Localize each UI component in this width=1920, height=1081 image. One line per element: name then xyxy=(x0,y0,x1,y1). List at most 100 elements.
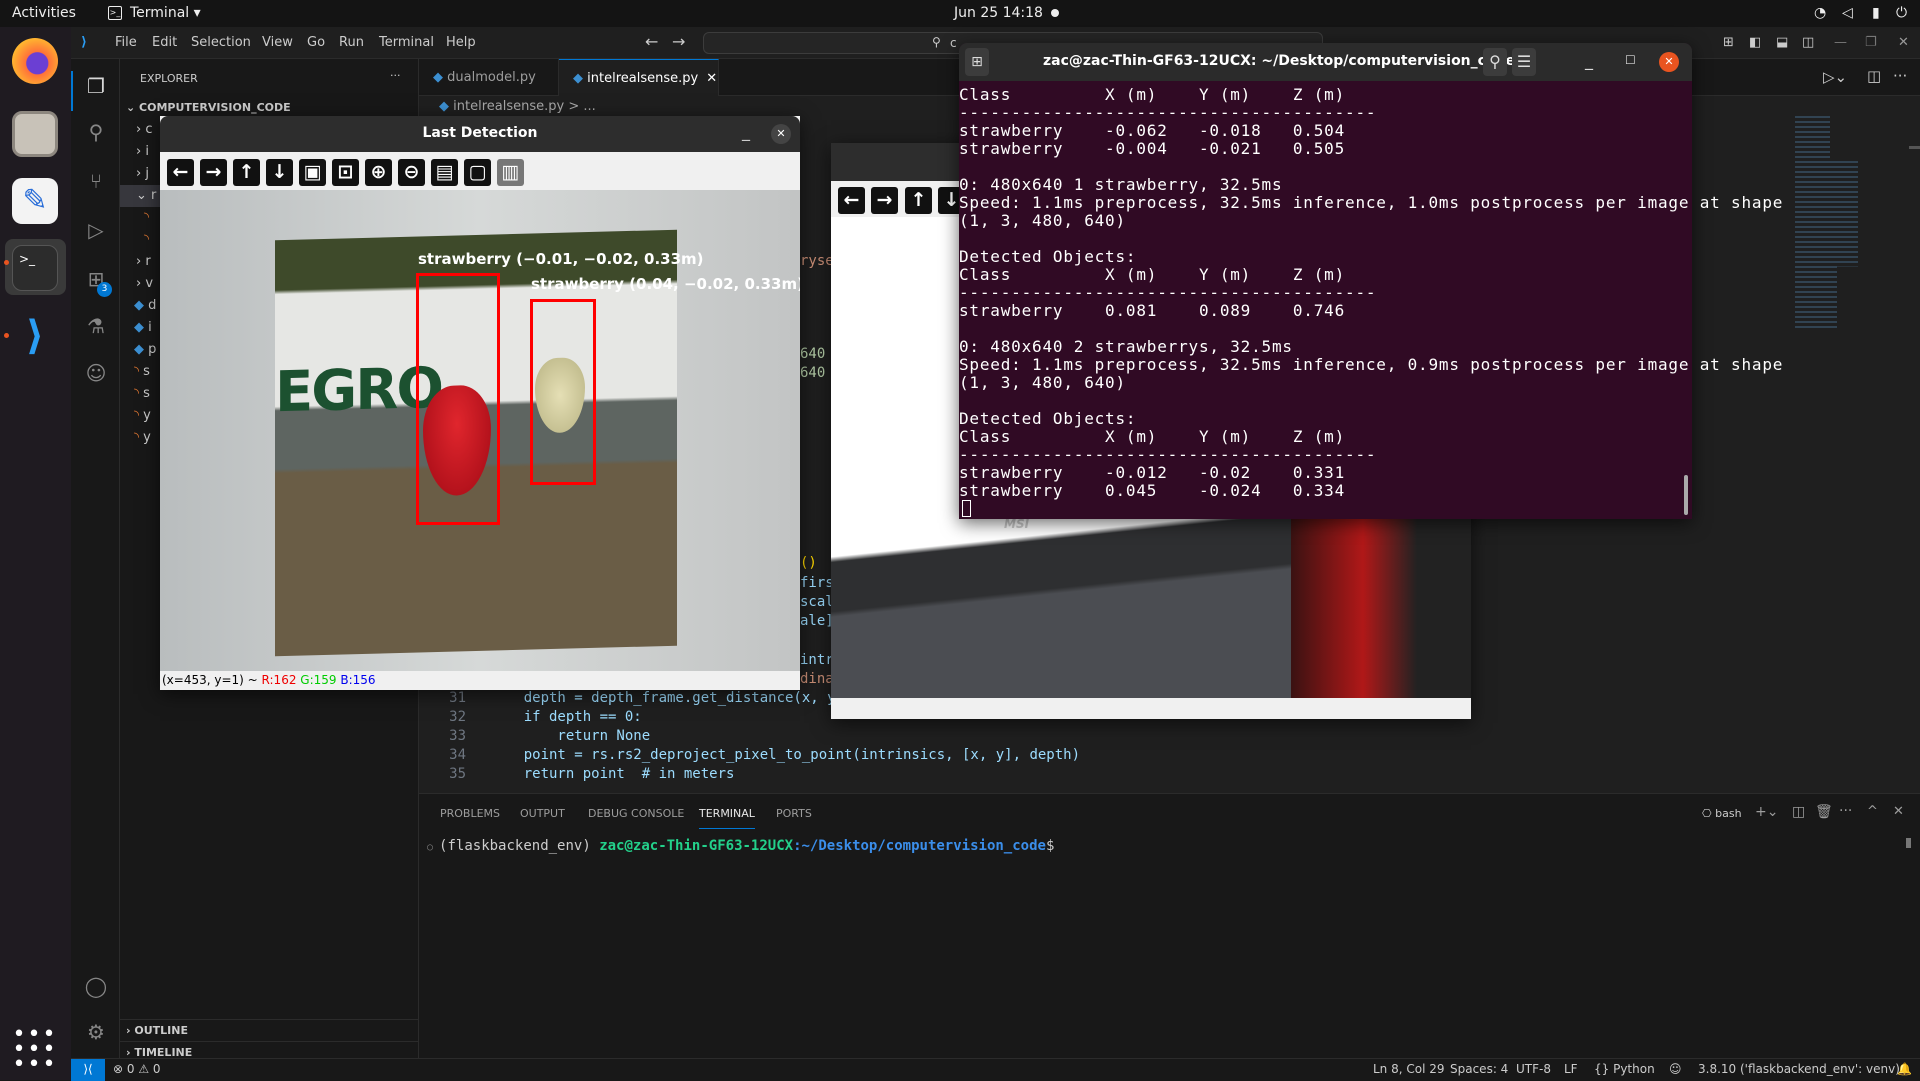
menu-terminal[interactable]: Terminal xyxy=(379,35,434,50)
menu-help[interactable]: Help xyxy=(446,35,476,50)
terminal-window[interactable]: ⊞ zac@zac-Thin-GF63-12UCX: ~/Desktop/com… xyxy=(959,43,1782,519)
minimize-icon[interactable]: _ xyxy=(1585,51,1593,70)
split-editor-icon[interactable]: ◫ xyxy=(1867,67,1881,85)
tab-ports[interactable]: PORTS xyxy=(776,807,812,820)
menu-run[interactable]: Run xyxy=(339,35,364,50)
minimize-icon[interactable]: — xyxy=(1834,35,1847,50)
firefox-icon[interactable] xyxy=(12,38,58,84)
split-terminal-icon[interactable]: ◫ xyxy=(1792,804,1805,820)
terminal-titlebar[interactable]: ⊞ zac@zac-Thin-GF63-12UCX: ~/Desktop/com… xyxy=(959,43,1692,81)
explorer-more-button[interactable]: ··· xyxy=(390,69,401,82)
zoom-out-icon[interactable]: ⊖ xyxy=(398,159,425,186)
terminal-scrollbar[interactable] xyxy=(1684,475,1688,515)
menu-view[interactable]: View xyxy=(262,35,293,50)
copilot-icon[interactable]: ☺ xyxy=(83,360,109,386)
battery-icon[interactable]: ▮ xyxy=(1872,5,1880,21)
save-icon[interactable]: ▤ xyxy=(431,159,458,186)
remote-indicator-icon[interactable]: ⟩⟨ xyxy=(71,1059,105,1081)
python-interpreter[interactable]: 3.8.10 ('flaskbackend_env': venv) xyxy=(1698,1062,1900,1076)
last-detection-window[interactable]: Last Detection _ ✕ ← → ↑ ↓ ▣ ⊡ ⊕ ⊖ ▤ ▢ ▥ EGRO stra… xyxy=(160,116,800,690)
detection-titlebar[interactable]: Last Detection _ ✕ xyxy=(160,116,800,152)
search-icon[interactable]: ⚲ xyxy=(83,119,109,145)
indentation[interactable]: Spaces: 4 xyxy=(1450,1062,1508,1076)
maximize-panel-icon[interactable]: ^ xyxy=(1867,804,1878,819)
editor-scrollbar[interactable] xyxy=(1909,146,1920,149)
wifi-icon[interactable]: ◔ xyxy=(1814,5,1826,21)
close-icon[interactable]: ✕ xyxy=(771,124,791,144)
tab-close-icon[interactable]: ✕ xyxy=(706,71,717,86)
terminal-output[interactable]: Class X (m) Y (m) Z (m) -----------------… xyxy=(959,86,1783,500)
zoom-in-icon[interactable]: ⊕ xyxy=(365,159,392,186)
run-debug-icon[interactable]: ▷ xyxy=(83,217,109,243)
terminal-icon[interactable]: >_ xyxy=(12,245,58,291)
code-line[interactable]: return point # in meters xyxy=(490,766,735,782)
copilot-status-icon[interactable]: ☺ xyxy=(1669,1062,1682,1076)
code-line[interactable]: if depth == 0: xyxy=(490,709,642,725)
close-panel-icon[interactable]: ✕ xyxy=(1893,804,1904,819)
vscode-icon[interactable]: ⟩ xyxy=(12,313,58,359)
tab-terminal[interactable]: TERMINAL xyxy=(699,807,755,829)
close-icon[interactable]: ✕ xyxy=(1898,35,1909,50)
toggle-secondary-sidebar-icon[interactable]: ◫ xyxy=(1802,35,1814,50)
code-line[interactable]: depth = depth_frame.get_distance(x, y xyxy=(490,690,836,706)
tab-problems[interactable]: PROBLEMS xyxy=(440,807,500,820)
tab-dualmodel[interactable]: ◆ dualmodel.py xyxy=(419,59,559,96)
toggle-sidebar-icon[interactable]: ◧ xyxy=(1749,35,1761,50)
code-line[interactable]: point = rs.rs2_deproject_pixel_to_point(… xyxy=(490,747,1080,763)
show-apps-icon[interactable]: ••• ••• ••• xyxy=(12,1024,58,1076)
tab-intelrealsense[interactable]: ◆ intelrealsense.py ✕ xyxy=(559,59,719,96)
arrow-left-icon[interactable]: ← xyxy=(838,187,865,214)
breadcrumb[interactable]: ◆ intelrealsense.py > ... xyxy=(439,99,596,114)
restore-icon[interactable]: ❐ xyxy=(1865,35,1877,50)
tab-output[interactable]: OUTPUT xyxy=(520,807,565,820)
customize-layout-icon[interactable]: ⊞ xyxy=(1723,35,1734,50)
settings-gear-icon[interactable]: ⚙ xyxy=(83,1019,109,1045)
minimap[interactable] xyxy=(1795,116,1858,331)
encoding[interactable]: UTF-8 xyxy=(1516,1062,1551,1076)
minimize-icon[interactable]: _ xyxy=(742,122,750,141)
tab-debug-console[interactable]: DEBUG CONSOLE xyxy=(588,807,684,820)
new-tab-icon[interactable]: ⊞ xyxy=(965,48,989,76)
menu-edit[interactable]: Edit xyxy=(152,35,177,50)
forward-arrow-icon[interactable]: → xyxy=(672,32,685,51)
problems-status[interactable]: ⊗ 0 ⚠ 0 xyxy=(113,1062,161,1076)
volume-icon[interactable]: ◁ xyxy=(1842,5,1853,21)
arrow-up-icon[interactable]: ↑ xyxy=(905,187,932,214)
terminal-prompt[interactable]: ○ (flaskbackend_env) zac@zac-Thin-GF63-1… xyxy=(427,838,1054,854)
terminal-scrollbar[interactable] xyxy=(1906,838,1911,848)
language-mode[interactable]: {} Python xyxy=(1594,1062,1655,1076)
menu-go[interactable]: Go xyxy=(307,35,325,50)
text-editor-icon[interactable]: ✎ xyxy=(12,178,58,224)
arrow-left-icon[interactable]: ← xyxy=(167,159,194,186)
terminal-shell-selector[interactable]: ⎔ bash xyxy=(1702,807,1742,820)
back-arrow-icon[interactable]: ← xyxy=(645,32,658,51)
arrow-right-icon[interactable]: → xyxy=(871,187,898,214)
files-icon[interactable] xyxy=(12,111,58,157)
explorer-icon[interactable]: ❐ xyxy=(83,73,109,99)
zoom-original-icon[interactable]: ⊡ xyxy=(332,159,359,186)
arrow-down-icon[interactable]: ↓ xyxy=(266,159,293,186)
app-menu[interactable]: Terminal ▾ xyxy=(130,5,201,21)
outline-section[interactable]: › OUTLINE xyxy=(120,1019,419,1041)
testing-flask-icon[interactable]: ⚗ xyxy=(83,313,109,339)
menu-file[interactable]: File xyxy=(115,35,137,50)
properties-icon[interactable]: ▥ xyxy=(497,159,524,186)
arrow-up-icon[interactable]: ↑ xyxy=(233,159,260,186)
close-icon[interactable]: ✕ xyxy=(1659,52,1679,72)
trash-icon[interactable]: 🗑 xyxy=(1815,804,1833,820)
terminal-search-icon[interactable]: ⚲ xyxy=(1483,48,1507,76)
account-icon[interactable]: ◯ xyxy=(83,973,109,999)
more-actions-icon[interactable]: ··· xyxy=(1893,67,1907,85)
source-control-icon[interactable]: ⑂ xyxy=(83,168,109,194)
arrow-right-icon[interactable]: → xyxy=(200,159,227,186)
notifications-bell-icon[interactable]: 🔔 xyxy=(1897,1062,1912,1076)
maximize-icon[interactable]: ☐ xyxy=(1625,53,1636,67)
menu-selection[interactable]: Selection xyxy=(191,35,251,50)
power-icon[interactable]: ⏻ xyxy=(1896,5,1907,21)
toggle-panel-icon[interactable]: ⬓ xyxy=(1776,35,1788,50)
cursor-position[interactable]: Ln 8, Col 29 xyxy=(1373,1062,1445,1076)
line-ending[interactable]: LF xyxy=(1564,1062,1578,1076)
code-line[interactable]: return None xyxy=(490,728,650,744)
zoom-fit-icon[interactable]: ▣ xyxy=(299,159,326,186)
run-file-icon[interactable]: ▷⌄ xyxy=(1823,68,1847,86)
